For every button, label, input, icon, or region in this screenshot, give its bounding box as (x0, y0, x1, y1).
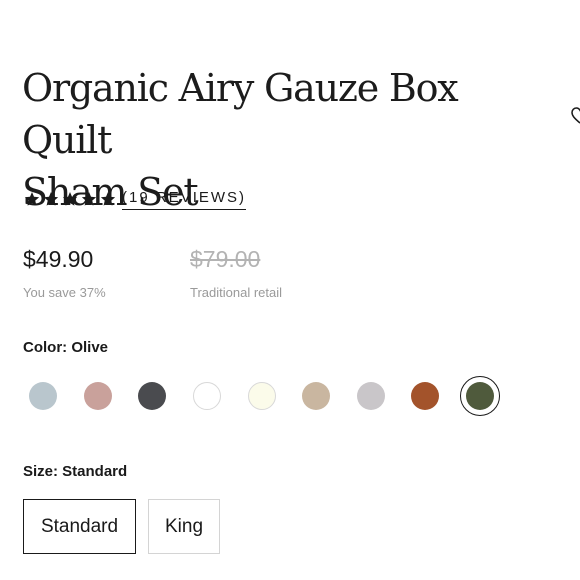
color-swatch[interactable] (84, 382, 112, 410)
star-icon (43, 192, 59, 206)
color-swatch[interactable] (193, 382, 221, 410)
reviews-link[interactable]: (19 REVIEWS) (122, 189, 247, 210)
product-detail-panel: Organic Airy Gauze Box Quilt Sham Set (1… (0, 0, 580, 580)
color-swatch[interactable] (29, 382, 57, 410)
savings-text: You save 37% (23, 285, 106, 300)
star-icon (100, 192, 116, 206)
product-title-line-1: Organic Airy Gauze Box Quilt (22, 66, 459, 162)
star-rating (24, 191, 116, 207)
star-icon (24, 192, 40, 206)
color-swatch[interactable] (357, 382, 385, 410)
color-swatch[interactable] (248, 382, 276, 410)
color-swatch[interactable] (138, 382, 166, 410)
size-label: Size: Standard (23, 463, 128, 480)
sale-price: $49.90 (23, 246, 94, 272)
color-swatch-olive[interactable] (466, 382, 494, 410)
size-option-standard[interactable]: Standard (23, 499, 136, 554)
retail-price: $79.00 (190, 246, 261, 272)
star-icon (81, 192, 97, 206)
size-option-king[interactable]: King (148, 499, 220, 554)
rating-row: (19 REVIEWS) (24, 186, 247, 212)
star-icon (62, 192, 78, 206)
color-swatch[interactable] (302, 382, 330, 410)
retail-note: Traditional retail (190, 285, 283, 300)
color-label: Color: Olive (23, 339, 109, 356)
color-swatch[interactable] (411, 382, 439, 410)
heart-icon[interactable] (571, 106, 580, 126)
